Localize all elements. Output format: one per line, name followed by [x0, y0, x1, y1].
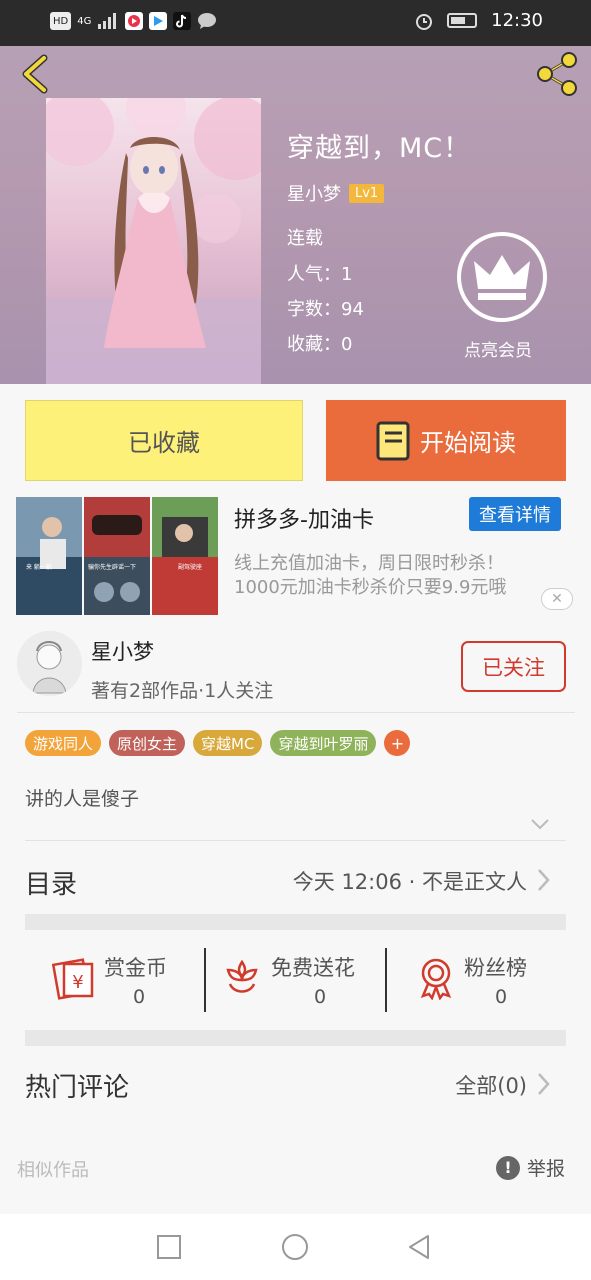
tag-list: 游戏同人 原创女主 穿越MC 穿越到叶罗丽 + [25, 730, 411, 756]
ad-description[interactable]: 线上充值加油卡，周日限时秒杀！ 1000元加油卡秒杀价只要9.9元哦 [234, 552, 574, 600]
ad-close-icon[interactable]: ✕ [541, 588, 573, 610]
report-button[interactable]: ! 举报 [496, 1154, 565, 1181]
clock: 12:30 [491, 10, 543, 31]
stat-label: 免费送花 [271, 956, 355, 980]
avatar-illustration [17, 631, 82, 696]
catalog-label[interactable]: 目录 [25, 864, 77, 901]
level-badge: Lv1 [349, 183, 385, 203]
tag-item[interactable]: 穿越到叶罗丽 [270, 730, 377, 756]
stat-divider [385, 948, 387, 1012]
stat-value: 0 [314, 986, 327, 1008]
signal-type: 4G [77, 15, 92, 27]
chevron-right-icon[interactable] [533, 1070, 553, 1098]
section-separator [25, 914, 566, 930]
reward-coins[interactable]: ¥ 赏金币 0 [52, 946, 192, 1014]
vip-label[interactable]: 点亮会员 [464, 336, 532, 361]
ad-photo-car: 骗你先生辟谣一下 [84, 497, 150, 615]
svg-text:骗你先生辟谣一下: 骗你先生辟谣一下 [88, 563, 136, 571]
stat-value: 0 [133, 986, 146, 1008]
report-label: 举报 [527, 1158, 566, 1180]
envelope-yen-icon: ¥ [52, 958, 94, 1000]
catalog-latest[interactable]: 今天 12:06 · 不是正文人 [293, 866, 527, 896]
app-icon-video [125, 12, 144, 30]
recent-apps-icon[interactable] [156, 1234, 182, 1260]
all-comments-link[interactable]: 全部(0) [455, 1070, 527, 1100]
svg-text:来 躺一躺: 来 躺一躺 [26, 563, 52, 571]
add-tag-button[interactable]: + [384, 730, 411, 756]
book-popularity: 人气：1 [287, 264, 353, 285]
divider [25, 840, 566, 841]
status-bar: HD 4G 12:30 [0, 0, 591, 46]
share-icon[interactable] [533, 50, 581, 98]
back-icon[interactable] [406, 1233, 432, 1261]
back-arrow-icon[interactable] [16, 54, 56, 94]
tag-item[interactable]: 原创女主 [109, 730, 186, 756]
fan-ranking[interactable]: 粉丝榜 0 [414, 946, 554, 1014]
favorited-button[interactable]: 已收藏 [25, 400, 303, 481]
book-header: 穿越到，MC！ 星小梦 Lv1 连载 人气：1 字数：94 收藏：0 点亮会员 [0, 46, 591, 384]
tag-item[interactable]: 穿越MC [193, 730, 263, 756]
follow-button[interactable]: 已关注 [461, 641, 566, 692]
start-reading-button[interactable]: 开始阅读 [326, 400, 566, 481]
ad-image-2[interactable]: 骗你先生辟谣一下 [84, 497, 150, 615]
home-icon[interactable] [281, 1233, 309, 1261]
book-word-count: 字数：94 [287, 299, 364, 320]
stat-label: 赏金币 [104, 956, 167, 980]
medal-icon [420, 958, 452, 1000]
divider [17, 712, 575, 713]
ad-title[interactable]: 拼多多-加油卡 [234, 502, 374, 534]
author-name[interactable]: 星小梦 [91, 636, 154, 666]
expand-chevron-icon[interactable] [528, 812, 552, 836]
similar-works-label: 相似作品 [17, 1160, 89, 1181]
book-icon [376, 421, 410, 460]
stat-label: 粉丝榜 [464, 956, 527, 980]
book-cover-image[interactable] [46, 98, 261, 384]
svg-text:副驾驶座: 副驾驶座 [178, 563, 202, 571]
svg-text:¥: ¥ [72, 972, 83, 993]
author-meta: 著有2部作品·1人关注 [91, 680, 274, 702]
ad-photo-driver: 来 躺一躺 [16, 497, 82, 615]
ad-image-1[interactable]: 来 躺一躺 [16, 497, 82, 615]
exclamation-icon: ! [496, 1155, 520, 1180]
stat-divider [204, 948, 206, 1012]
stat-value: 0 [495, 986, 508, 1008]
avatar[interactable] [17, 631, 82, 696]
status-icons-left: HD 4G [50, 12, 217, 30]
flower-icon [226, 959, 258, 993]
ad-photo-passenger: 副驾驶座 [152, 497, 218, 615]
ad-description-line-2: 1000元加油卡秒杀价只要9.9元哦 [234, 577, 507, 598]
ad-image-3[interactable]: 副驾驶座 [152, 497, 218, 615]
crown-icon[interactable] [456, 231, 548, 323]
app-icon-player [149, 12, 168, 30]
book-favorites: 收藏：0 [287, 334, 353, 355]
book-summary: 讲的人是傻子 [25, 788, 140, 810]
signal-icon [98, 13, 117, 29]
section-separator [25, 1030, 566, 1046]
app-icon-tiktok [173, 12, 192, 30]
book-author-row[interactable]: 星小梦 Lv1 [287, 180, 385, 206]
ad-description-line-1: 线上充值加油卡，周日限时秒杀！ [234, 553, 504, 574]
ad-details-button[interactable]: 查看详情 [469, 497, 561, 531]
book-title: 穿越到，MC！ [287, 133, 472, 164]
book-author-name[interactable]: 星小梦 [287, 180, 341, 206]
battery-icon [447, 13, 478, 28]
start-reading-label: 开始阅读 [420, 429, 516, 457]
cover-illustration [46, 98, 261, 384]
alarm-icon [416, 13, 433, 30]
book-status: 连载 [287, 228, 323, 249]
tag-item[interactable]: 游戏同人 [25, 730, 102, 756]
free-flowers[interactable]: 免费送花 0 [220, 946, 380, 1014]
system-nav-bar [0, 1214, 591, 1280]
hot-comments-label: 热门评论 [25, 1073, 130, 1103]
status-icons-right: 12:30 [415, 10, 543, 31]
message-icon [198, 13, 217, 29]
chevron-right-icon[interactable] [533, 866, 553, 894]
hd-badge: HD [50, 12, 72, 30]
